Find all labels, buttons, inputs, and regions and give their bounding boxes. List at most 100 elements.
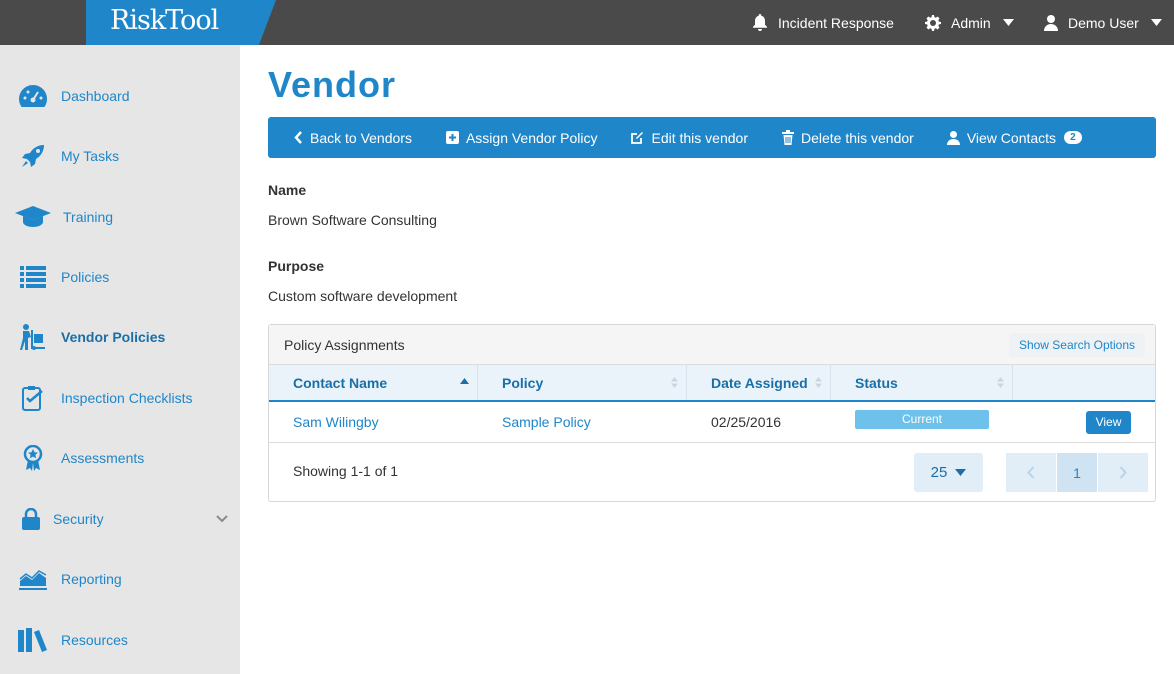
rocket-icon — [18, 141, 48, 171]
list-icon — [18, 262, 48, 292]
sidebar-item-vendor-policies[interactable]: Vendor Policies — [0, 313, 240, 361]
sidebar-item-label: Vendor Policies — [61, 329, 166, 345]
delete-vendor-label: Delete this vendor — [800, 129, 914, 146]
edit-vendor-button[interactable]: Edit this vendor — [630, 130, 748, 146]
per-page-value: 25 — [930, 464, 948, 481]
chevron-right-icon — [1119, 466, 1127, 479]
table-header: Contact Name Policy Date Assigned Status — [269, 365, 1155, 402]
sidebar-item-dashboard[interactable]: Dashboard — [0, 72, 240, 120]
chevron-down-icon — [1150, 19, 1162, 26]
admin-label: Admin — [951, 14, 991, 31]
sidebar-item-label: Resources — [61, 632, 128, 648]
policy-link[interactable]: Sample Policy — [502, 402, 591, 442]
vendor-purpose-label: Purpose — [268, 258, 325, 274]
edit-icon — [631, 131, 644, 144]
column-header-date-assigned[interactable]: Date Assigned — [687, 365, 831, 400]
sort-icon — [997, 377, 1004, 388]
sort-icon — [815, 377, 822, 388]
award-ribbon-icon — [18, 443, 48, 473]
back-to-vendors-button[interactable]: Back to Vendors — [294, 130, 412, 146]
chevron-left-icon — [1027, 466, 1035, 479]
sidebar-item-inspection-checklists[interactable]: Inspection Checklists — [0, 374, 240, 422]
admin-menu[interactable]: Admin — [925, 0, 1014, 45]
chevron-down-icon[interactable] — [216, 515, 228, 523]
column-header-label: Date Assigned — [711, 374, 808, 391]
vendor-purpose-value: Custom software development — [268, 288, 458, 304]
app-logo-text: RiskTool — [110, 5, 219, 36]
sort-ascending-icon — [460, 378, 469, 384]
column-header-policy[interactable]: Policy — [478, 365, 687, 400]
chevron-left-icon — [294, 131, 302, 144]
page-title: Vendor — [268, 64, 397, 105]
graduation-cap-icon — [14, 202, 52, 232]
assign-vendor-policy-label: Assign Vendor Policy — [465, 129, 598, 146]
user-icon — [946, 130, 960, 145]
column-header-contact-name[interactable]: Contact Name — [269, 365, 478, 400]
sidebar-item-resources[interactable]: Resources — [0, 616, 240, 664]
view-contacts-button[interactable]: View Contacts 2 — [946, 129, 1082, 146]
sidebar-item-training[interactable]: Training — [0, 193, 240, 241]
sidebar-item-reporting[interactable]: Reporting — [0, 555, 240, 603]
user-name: Demo User — [1068, 14, 1139, 31]
incident-response-label: Incident Response — [778, 14, 894, 31]
sidebar-item-policies[interactable]: Policies — [0, 253, 240, 301]
incident-response-link[interactable]: Incident Response — [752, 0, 894, 45]
pagination: 1 — [1006, 453, 1149, 492]
sort-icon — [671, 377, 678, 388]
column-header-label: Policy — [502, 374, 544, 391]
column-header-status[interactable]: Status — [831, 365, 1013, 400]
delete-vendor-button[interactable]: Delete this vendor — [781, 129, 914, 146]
table-row: Sam Wilingby Sample Policy 02/25/2016 Cu… — [269, 402, 1155, 443]
edit-vendor-label: Edit this vendor — [651, 129, 748, 146]
sidebar-item-label: Reporting — [61, 571, 122, 587]
sidebar-item-label: Security — [53, 511, 104, 527]
user-icon — [1044, 14, 1058, 31]
panel-title: Policy Assignments — [284, 337, 405, 353]
previous-page-button[interactable] — [1006, 453, 1056, 492]
per-page-select[interactable]: 25 — [914, 453, 983, 492]
column-header-label: Contact Name — [293, 374, 388, 391]
bell-icon — [753, 14, 767, 31]
sidebar-item-label: Dashboard — [61, 88, 130, 104]
app-logo[interactable]: RiskTool — [86, 0, 276, 45]
vendor-name-value: Brown Software Consulting — [268, 212, 437, 228]
assign-vendor-policy-button[interactable]: Assign Vendor Policy — [445, 129, 598, 146]
pagination-summary: Showing 1-1 of 1 — [293, 463, 399, 479]
chevron-down-icon — [1002, 19, 1014, 26]
action-bar: Back to Vendors Assign Vendor Policy Edi… — [268, 117, 1156, 158]
date-assigned-cell: 02/25/2016 — [711, 414, 782, 430]
clipboard-check-icon — [18, 383, 48, 413]
chevron-down-icon — [955, 469, 967, 476]
column-header-label: Status — [855, 374, 898, 391]
vendor-dolly-icon — [18, 322, 48, 352]
sidebar-item-assessments[interactable]: Assessments — [0, 434, 240, 482]
panel-header: Policy Assignments Show Search Options — [269, 325, 1155, 365]
sidebar-item-label: Policies — [61, 269, 110, 285]
area-chart-icon — [18, 564, 48, 594]
dashboard-gauge-icon — [18, 81, 48, 111]
contacts-count-badge: 2 — [1064, 131, 1082, 144]
sidebar-item-security[interactable]: Security — [0, 495, 240, 543]
policy-assignments-panel: Policy Assignments Show Search Options C… — [268, 324, 1156, 502]
top-bar: RiskTool Incident Response Admin Demo Us… — [0, 0, 1174, 45]
sidebar-item-label: Assessments — [61, 450, 145, 466]
view-contacts-label: View Contacts — [966, 129, 1057, 146]
sidebar-item-label: Training — [63, 209, 114, 225]
plus-square-icon — [445, 131, 459, 144]
page-button-current[interactable]: 1 — [1057, 453, 1097, 492]
view-button[interactable]: View — [1086, 411, 1131, 434]
show-search-options-button[interactable]: Show Search Options — [1008, 333, 1145, 357]
trash-icon — [781, 130, 794, 145]
user-menu[interactable]: Demo User — [1044, 0, 1162, 45]
vendor-name-label: Name — [268, 182, 307, 198]
sidebar-item-label: My Tasks — [61, 148, 120, 164]
books-icon — [18, 625, 48, 655]
gear-icon — [925, 14, 941, 31]
sidebar-item-my-tasks[interactable]: My Tasks — [0, 132, 240, 180]
sidebar: Dashboard My Tasks Training Policies Ven… — [0, 45, 240, 674]
lock-icon — [16, 504, 46, 534]
contact-name-link[interactable]: Sam Wilingby — [293, 402, 379, 442]
sidebar-item-label: Inspection Checklists — [61, 390, 193, 406]
status-badge: Current — [855, 410, 989, 429]
next-page-button[interactable] — [1098, 453, 1148, 492]
